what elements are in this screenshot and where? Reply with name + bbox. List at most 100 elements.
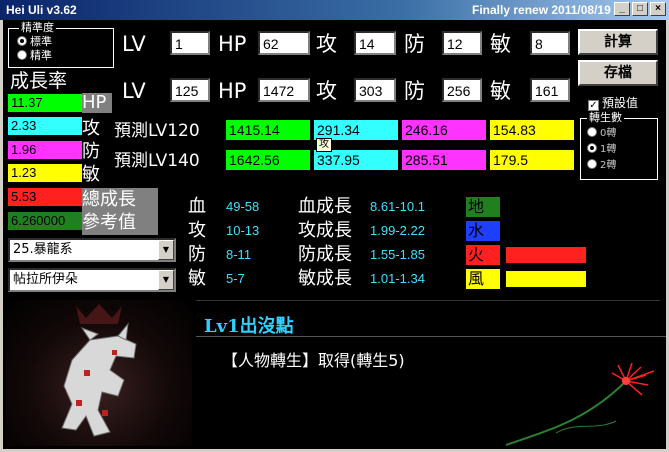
- prediction-value: 154.83: [490, 120, 574, 140]
- rebirth-group: 轉生數 0轉 1轉 2轉: [580, 111, 658, 180]
- respawn-title: Lv1出沒點: [204, 316, 294, 337]
- pet-image: [6, 300, 192, 446]
- element-badge: 風: [466, 269, 500, 289]
- def-input-1[interactable]: 12: [442, 31, 482, 55]
- growth-rate-title: 成長率: [10, 70, 68, 92]
- maximize-icon[interactable]: □: [632, 2, 648, 16]
- growth-label-hp: HP: [82, 93, 112, 113]
- title-bar: Hei Uli v3.62 Finally renew 2011/08/19 _…: [0, 0, 669, 20]
- reference-value-label: 參考值: [82, 211, 158, 235]
- rebirth-option-2[interactable]: 2轉: [587, 159, 616, 172]
- lv-label-1: LV: [122, 32, 146, 56]
- growth-rate-value: 5.53: [8, 188, 82, 206]
- growth-rate-value: 1.23: [8, 164, 82, 182]
- accuracy-option-standard[interactable]: 標準: [17, 35, 52, 48]
- growth-rate-value: 2.33: [8, 117, 82, 135]
- radio-unselected-icon[interactable]: [587, 127, 597, 137]
- default-checkbox[interactable]: ✓ 預設值: [588, 94, 638, 111]
- prediction-value: 246.16: [402, 120, 486, 140]
- growth-rate-value: 1.96: [8, 141, 82, 159]
- base-stat-range: 10-13: [226, 223, 260, 238]
- prediction-value: 1642.56: [226, 150, 310, 170]
- growth-label-agi: 敏: [82, 163, 112, 187]
- def-label-2: 防: [404, 79, 425, 103]
- base-stat-label: 防: [188, 244, 206, 265]
- lv-input-2[interactable]: 125: [170, 78, 210, 102]
- rebirth-legend: 轉生數: [587, 111, 624, 124]
- atk-input-2[interactable]: 303: [354, 78, 396, 102]
- location-select[interactable]: 帖拉所伊朵 ▼: [8, 268, 176, 292]
- save-button[interactable]: 存檔: [578, 60, 658, 86]
- checkbox-checked-icon[interactable]: ✓: [588, 100, 599, 111]
- growth-stat-label: 敏成長: [298, 268, 352, 289]
- growth-stat-range: 8.61-10.1: [370, 199, 425, 214]
- element-badge: 地: [466, 197, 500, 217]
- chevron-down-icon[interactable]: ▼: [158, 240, 174, 260]
- close-icon[interactable]: ×: [650, 2, 666, 16]
- window-title: Hei Uli v3.62: [6, 3, 77, 17]
- pet-sprite-icon: [61, 304, 137, 437]
- accuracy-option-precise[interactable]: 精準: [17, 49, 52, 62]
- prediction-value: 285.51: [402, 150, 486, 170]
- radio-selected-icon[interactable]: [587, 143, 597, 153]
- rebirth-option-0[interactable]: 0轉: [587, 127, 616, 140]
- prediction-value: 1415.14: [226, 120, 310, 140]
- element-level-bar: [506, 247, 586, 263]
- hp-input-1[interactable]: 62: [258, 31, 310, 55]
- agi-input-2[interactable]: 161: [530, 78, 570, 102]
- growth-label-def: 防: [82, 140, 112, 164]
- growth-rate-value: 6.260000: [8, 212, 82, 230]
- growth-stat-label: 攻成長: [298, 220, 352, 241]
- lv-label-2: LV: [122, 79, 146, 103]
- def-label-1: 防: [404, 32, 425, 56]
- predict-lv120-label: 預測LV120: [114, 121, 200, 141]
- tooltip: 攻: [316, 138, 332, 152]
- element-level-bar: [506, 271, 586, 287]
- accuracy-legend: 精準度: [19, 21, 56, 34]
- prediction-value: 337.95: [314, 150, 398, 170]
- element-badge: 水: [466, 221, 500, 241]
- base-stat-label: 攻: [188, 220, 206, 241]
- radio-unselected-icon[interactable]: [587, 159, 597, 169]
- atk-label-1: 攻: [316, 32, 337, 56]
- atk-label-2: 攻: [316, 79, 337, 103]
- base-stat-label: 敏: [188, 268, 206, 289]
- lv-input-1[interactable]: 1: [170, 31, 210, 55]
- chevron-down-icon[interactable]: ▼: [158, 270, 174, 290]
- agi-label-2: 敏: [490, 79, 511, 103]
- radio-unselected-icon[interactable]: [17, 50, 27, 60]
- base-stat-range: 5-7: [226, 271, 245, 286]
- growth-stat-range: 1.01-1.34: [370, 271, 425, 286]
- agi-label-1: 敏: [490, 32, 511, 56]
- base-stat-range: 49-58: [226, 199, 260, 214]
- respawn-text: 【人物轉生】取得(轉生5): [222, 351, 405, 370]
- growth-label-atk: 攻: [82, 117, 112, 141]
- flower-icon: [505, 362, 655, 446]
- growth-stat-label: 防成長: [298, 244, 352, 265]
- total-growth-label: 總成長: [82, 188, 158, 212]
- atk-input-1[interactable]: 14: [354, 31, 396, 55]
- growth-stat-range: 1.55-1.85: [370, 247, 425, 262]
- hp-label-2: HP: [218, 79, 247, 103]
- growth-stat-label: 血成長: [298, 196, 352, 217]
- calculate-button[interactable]: 計算: [578, 29, 658, 55]
- growth-rate-value: 11.37: [8, 94, 82, 112]
- base-stat-label: 血: [188, 196, 206, 217]
- window-subtitle: Finally renew 2011/08/19: [472, 3, 611, 17]
- element-badge: 火: [466, 245, 500, 265]
- radio-selected-icon[interactable]: [17, 36, 27, 46]
- growth-stat-range: 1.99-2.22: [370, 223, 425, 238]
- prediction-value: 291.34: [314, 120, 398, 140]
- rebirth-option-1[interactable]: 1轉: [587, 143, 616, 156]
- minimize-icon[interactable]: _: [614, 2, 630, 16]
- agi-input-1[interactable]: 8: [530, 31, 570, 55]
- base-stat-range: 8-11: [226, 247, 252, 262]
- hp-label-1: HP: [218, 32, 247, 56]
- predict-lv140-label: 預測LV140: [114, 151, 200, 171]
- def-input-2[interactable]: 256: [442, 78, 482, 102]
- pet-family-select[interactable]: 25.暴龍系 ▼: [8, 238, 176, 262]
- divider: [196, 336, 666, 337]
- accuracy-group: 精準度 標準 精準: [8, 21, 114, 68]
- prediction-value: 179.5: [490, 150, 574, 170]
- hp-input-2[interactable]: 1472: [258, 78, 310, 102]
